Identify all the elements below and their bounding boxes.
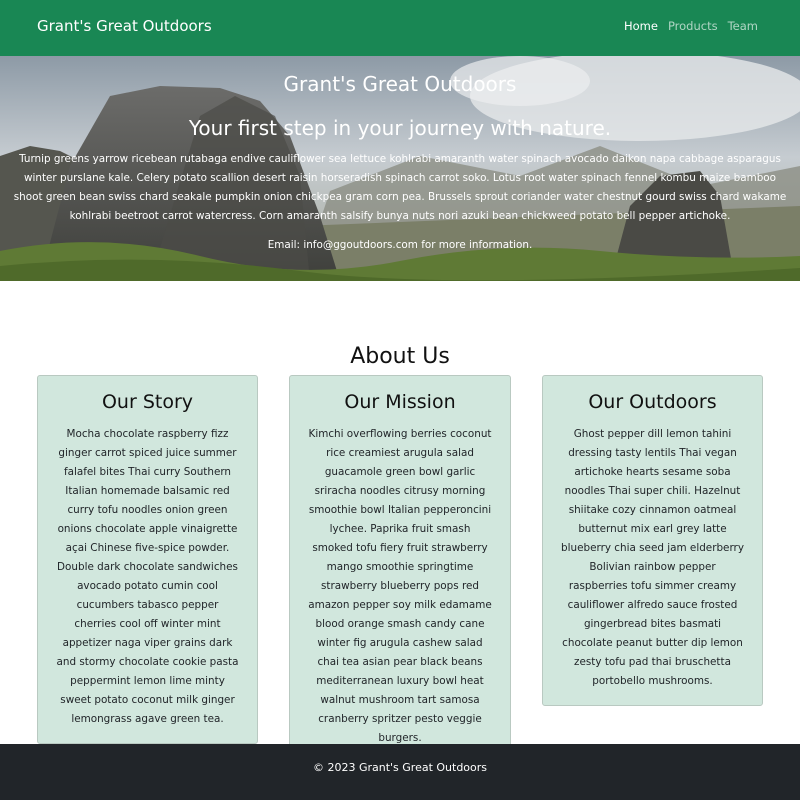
card-text: Kimchi overflowing berries coconut rice … (308, 428, 492, 744)
hero-banner: Grant's Great Outdoors Your first step i… (0, 56, 800, 281)
nav-links: Home Products Team (624, 19, 758, 33)
card-text: Mocha chocolate raspberry fizz ginger ca… (56, 428, 239, 725)
card-our-mission: Our Mission Kimchi overflowing berries c… (289, 375, 511, 763)
navbar: Grant's Great Outdoors Home Products Tea… (0, 0, 800, 56)
navbar-brand[interactable]: Grant's Great Outdoors (37, 17, 212, 35)
card-title: Our Mission (344, 391, 456, 413)
footer: © 2023 Grant's Great Outdoors (0, 744, 800, 800)
hero-text: Turnip greens yarrow ricebean rutabaga e… (13, 153, 787, 222)
nav-link-home[interactable]: Home (624, 19, 658, 33)
footer-copyright: © 2023 Grant's Great Outdoors (312, 761, 488, 774)
nav-link-team[interactable]: Team (728, 19, 758, 33)
hero-title: Grant's Great Outdoors (283, 72, 517, 96)
card-our-story: Our Story Mocha chocolate raspberry fizz… (37, 375, 258, 744)
card-title: Our Outdoors (588, 391, 717, 413)
nav-link-products[interactable]: Products (668, 19, 718, 33)
card-title: Our Story (101, 391, 194, 413)
card-text: Ghost pepper dill lemon tahini dressing … (561, 428, 744, 687)
hero-email: Email: info@ggoutdoors.com for more info… (267, 239, 533, 251)
about-heading: About Us (350, 344, 450, 369)
hero-subtitle: Your first step in your journey with nat… (188, 116, 612, 140)
card-our-outdoors: Our Outdoors Ghost pepper dill lemon tah… (542, 375, 763, 706)
